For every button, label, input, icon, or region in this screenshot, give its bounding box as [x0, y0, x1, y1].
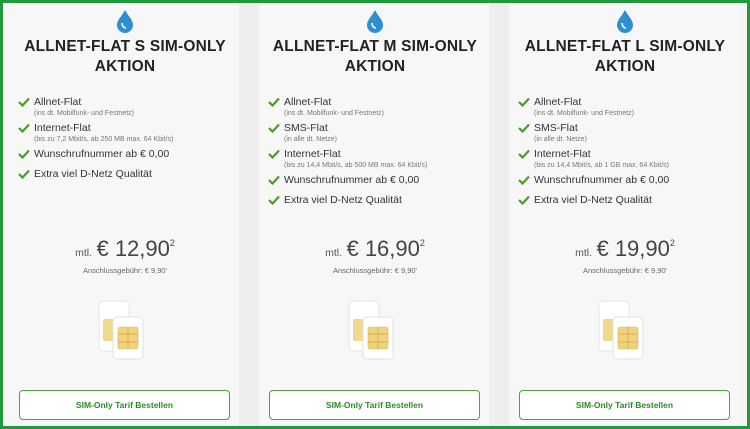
- check-icon: [518, 97, 530, 107]
- feature-name: Extra viel D-Netz Qualität: [284, 194, 402, 206]
- feature-item: Allnet-Flat (ins dt. Mobilfunk- und Fest…: [268, 96, 485, 122]
- feature-detail: (ins dt. Mobilfunk- und Festnetz): [534, 110, 634, 117]
- check-icon: [518, 175, 530, 185]
- plan-title-line2: AKTION: [594, 58, 656, 75]
- feature-name: Wunschrufnummer ab € 0,00: [534, 174, 670, 186]
- feature-name: Internet-Flat: [34, 122, 91, 134]
- check-icon: [18, 123, 30, 133]
- check-icon: [268, 195, 280, 205]
- check-icon: [518, 195, 530, 205]
- feature-item: Allnet-Flat (ins dt. Mobilfunk- und Fest…: [18, 96, 235, 122]
- feature-detail: (ins dt. Mobilfunk- und Festnetz): [284, 110, 384, 117]
- card-gap: [489, 3, 509, 426]
- check-icon: [268, 123, 280, 133]
- water-drop-icon: [367, 10, 383, 33]
- price-row: mtl. € 12,902: [11, 236, 239, 262]
- feature-item: SMS-Flat (in alle dt. Netze): [518, 122, 735, 148]
- plan-card-m: ALLNET-FLAT M SIM-ONLY AKTION Allnet-Fla…: [261, 3, 489, 426]
- connection-fee: Anschlussgebühr: € 9,90': [333, 266, 417, 275]
- plan-title: ALLNET-FLAT L SIM-ONLY AKTION: [511, 37, 739, 77]
- price-value: € 19,90: [596, 236, 670, 261]
- price-footnote: 2: [669, 238, 675, 248]
- feature-item: Extra viel D-Netz Qualität: [268, 194, 485, 214]
- feature-name: Allnet-Flat: [34, 96, 82, 108]
- plan-title: ALLNET-FLAT S SIM-ONLY AKTION: [11, 37, 239, 77]
- feature-detail: (ins dt. Mobilfunk- und Festnetz): [34, 110, 134, 117]
- order-sim-only-button[interactable]: SIM-Only Tarif Bestellen: [519, 390, 730, 420]
- check-icon: [18, 169, 30, 179]
- price-row: mtl. € 19,902: [511, 236, 739, 262]
- connection-fee: Anschlussgebühr: € 9,90': [83, 266, 167, 275]
- order-sim-only-button[interactable]: SIM-Only Tarif Bestellen: [19, 390, 230, 420]
- feature-item: Wunschrufnummer ab € 0,00: [518, 174, 735, 194]
- sim-card-icon: [598, 300, 644, 360]
- plan-title-line1: ALLNET-FLAT S SIM-ONLY: [24, 38, 226, 55]
- feature-detail: (in alle dt. Netze): [284, 136, 337, 143]
- feature-name: Wunschrufnummer ab € 0,00: [34, 148, 170, 160]
- price-footnote: 2: [419, 238, 425, 248]
- feature-name: SMS-Flat: [284, 122, 328, 134]
- check-icon: [18, 97, 30, 107]
- price-prefix: mtl.: [75, 247, 93, 259]
- plan-title-line1: ALLNET-FLAT M SIM-ONLY: [272, 38, 478, 55]
- plan-card-l: ALLNET-FLAT L SIM-ONLY AKTION Allnet-Fla…: [511, 3, 739, 426]
- feature-name: Extra viel D-Netz Qualität: [534, 194, 652, 206]
- plan-title-line1: ALLNET-FLAT L SIM-ONLY: [524, 38, 726, 55]
- feature-item: Extra viel D-Netz Qualität: [518, 194, 735, 214]
- feature-detail: (bis zu 14,4 Mbit/s, ab 1 GB max. 64 Kbi…: [534, 162, 669, 169]
- price: € 12,902: [96, 236, 174, 261]
- check-icon: [518, 149, 530, 159]
- price: € 16,902: [346, 236, 424, 261]
- feature-name: Internet-Flat: [284, 148, 341, 160]
- check-icon: [268, 97, 280, 107]
- check-icon: [518, 123, 530, 133]
- plan-card-s: ALLNET-FLAT S SIM-ONLY AKTION Allnet-Fla…: [11, 3, 239, 426]
- sim-card-icon: [348, 300, 394, 360]
- feature-item: Extra viel D-Netz Qualität: [18, 168, 235, 188]
- feature-name: Internet-Flat: [534, 148, 591, 160]
- price-value: € 12,90: [96, 236, 170, 261]
- price-value: € 16,90: [346, 236, 420, 261]
- water-drop-icon: [617, 10, 633, 33]
- card-gap: [239, 3, 259, 426]
- feature-name: SMS-Flat: [534, 122, 578, 134]
- order-sim-only-button[interactable]: SIM-Only Tarif Bestellen: [269, 390, 480, 420]
- feature-item: Internet-Flat (bis zu 7,2 Mbit/s, ab 250…: [18, 122, 235, 148]
- feature-item: Wunschrufnummer ab € 0,00: [18, 148, 235, 168]
- check-icon: [18, 149, 30, 159]
- feature-item: Internet-Flat (bis zu 14,4 Mbit/s, ab 1 …: [518, 148, 735, 174]
- price-row: mtl. € 16,902: [261, 236, 489, 262]
- feature-item: SMS-Flat (in alle dt. Netze): [268, 122, 485, 148]
- plan-title-line2: AKTION: [344, 58, 406, 75]
- feature-list: Allnet-Flat (ins dt. Mobilfunk- und Fest…: [518, 96, 735, 214]
- plan-title-line2: AKTION: [94, 58, 156, 75]
- feature-name: Allnet-Flat: [534, 96, 582, 108]
- connection-fee: Anschlussgebühr: € 9,90': [583, 266, 667, 275]
- sim-card-icon: [98, 300, 144, 360]
- price-prefix: mtl.: [325, 247, 343, 259]
- feature-list: Allnet-Flat (ins dt. Mobilfunk- und Fest…: [268, 96, 485, 214]
- feature-detail: (bis zu 7,2 Mbit/s, ab 250 MB max. 64 Kb…: [34, 136, 174, 143]
- feature-detail: (in alle dt. Netze): [534, 136, 587, 143]
- water-drop-icon: [117, 10, 133, 33]
- plan-title: ALLNET-FLAT M SIM-ONLY AKTION: [261, 37, 489, 77]
- price: € 19,902: [596, 236, 674, 261]
- check-icon: [268, 175, 280, 185]
- feature-detail: (bis zu 14,4 Mbit/s, ab 500 MB max. 64 K…: [284, 162, 428, 169]
- check-icon: [268, 149, 280, 159]
- price-footnote: 2: [169, 238, 175, 248]
- feature-list: Allnet-Flat (ins dt. Mobilfunk- und Fest…: [18, 96, 235, 188]
- feature-name: Wunschrufnummer ab € 0,00: [284, 174, 420, 186]
- feature-item: Allnet-Flat (ins dt. Mobilfunk- und Fest…: [518, 96, 735, 122]
- feature-name: Extra viel D-Netz Qualität: [34, 168, 152, 180]
- feature-name: Allnet-Flat: [284, 96, 332, 108]
- feature-item: Wunschrufnummer ab € 0,00: [268, 174, 485, 194]
- price-prefix: mtl.: [575, 247, 593, 259]
- feature-item: Internet-Flat (bis zu 14,4 Mbit/s, ab 50…: [268, 148, 485, 174]
